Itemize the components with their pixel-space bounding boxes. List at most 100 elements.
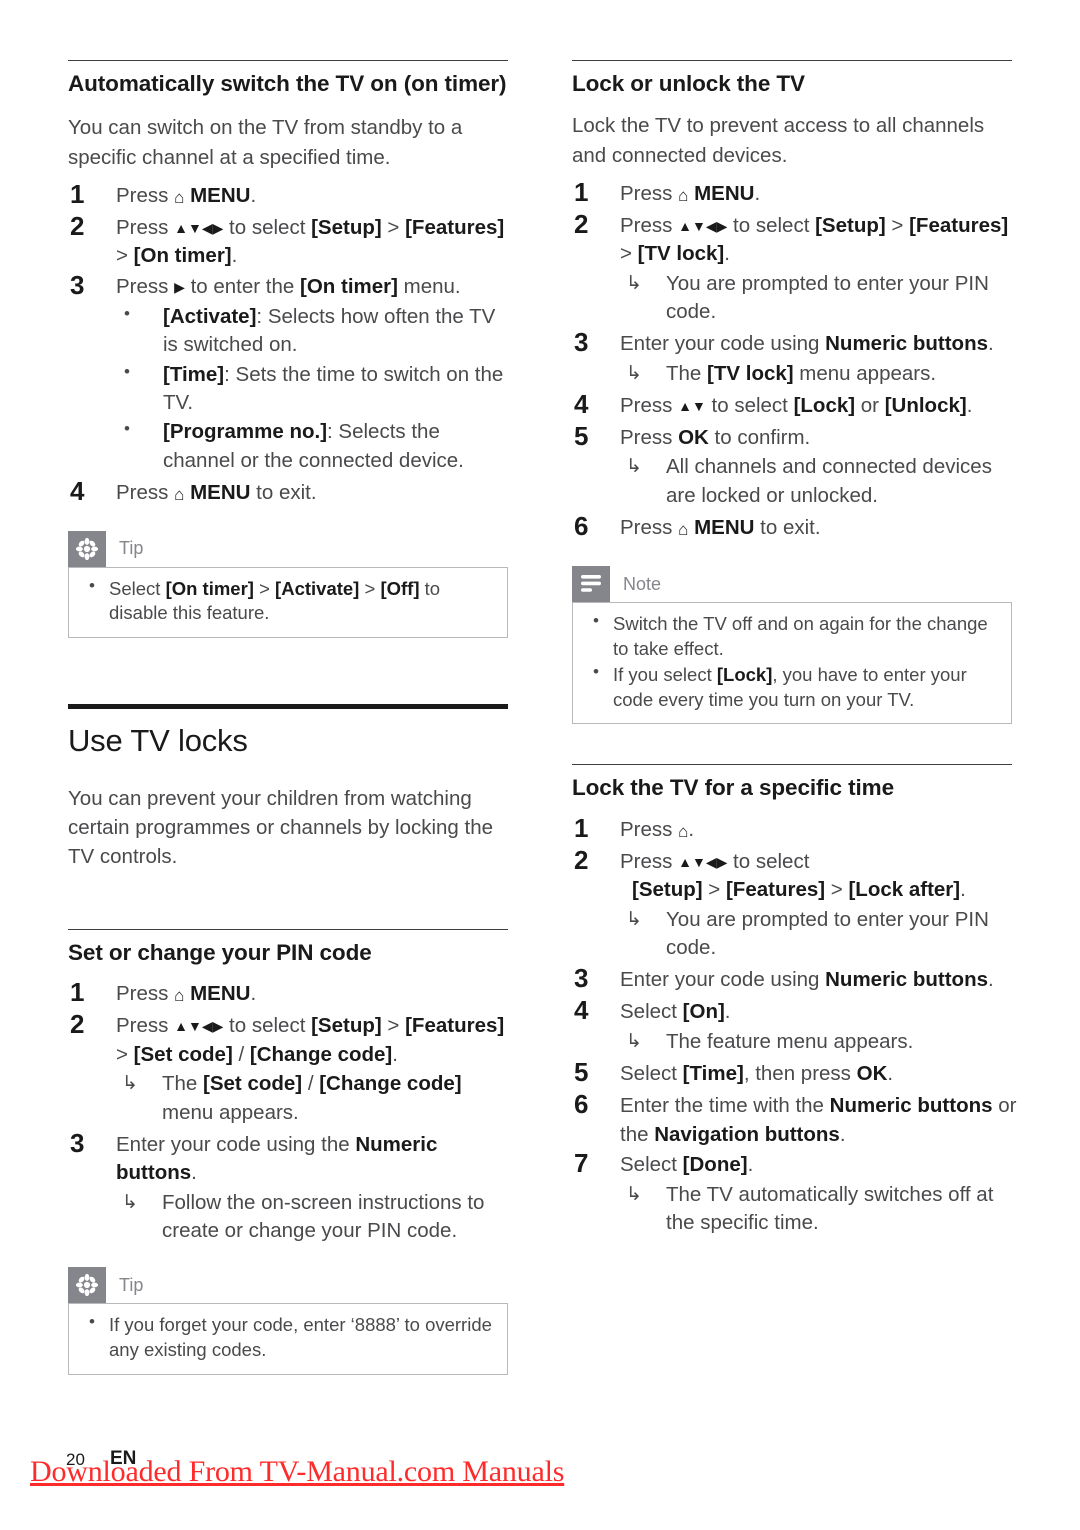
step-number: 3 xyxy=(574,963,589,994)
step-result-list: The TV automatically switches off at the… xyxy=(620,1181,1017,1238)
emphasis-term: [Setup] xyxy=(311,215,382,239)
heading-use-tv-locks: Use TV locks xyxy=(68,722,248,758)
text-run: You are prompted to enter your PIN code. xyxy=(666,271,989,323)
text-run: Select xyxy=(620,1062,683,1086)
text-run: Press xyxy=(620,516,679,539)
emphasis-term: [Features] xyxy=(909,213,1009,237)
step-text: Enter your code using Numeric buttons. xyxy=(620,966,1017,994)
step-text: Press ⌂ MENU. xyxy=(116,182,513,211)
heading-lock-specific-time: Lock the TV for a specific time xyxy=(572,775,894,801)
step-item: 6 Press ⌂ MENU to exit. xyxy=(572,511,1017,544)
intro-use-tv-locks: You can prevent your children from watch… xyxy=(68,786,494,868)
navigation-arrows-icon: ▲▼◀▶ xyxy=(678,218,728,235)
step-result-list: The [Set code] / [Change code] menu appe… xyxy=(116,1070,513,1127)
step-text: Press ▲▼◀▶ to select [Setup] > [Features… xyxy=(116,214,513,271)
emphasis-term: [Set code] xyxy=(203,1072,303,1096)
navigation-up-down-icon: ▲▼ xyxy=(678,398,706,415)
text-run: menu appears. xyxy=(793,361,937,385)
text-run: Select xyxy=(620,1153,683,1177)
text-run: to select xyxy=(705,393,794,417)
step-number: 3 xyxy=(70,1127,85,1158)
text-run: . xyxy=(191,1161,197,1185)
text-run: or xyxy=(855,393,885,417)
text-run: > xyxy=(620,242,638,266)
step-text: Press ▲▼◀▶ to select [Setup] > [Features… xyxy=(116,1012,513,1069)
emphasis-term: [Change code] xyxy=(319,1072,462,1096)
emphasis-term: OK xyxy=(856,1062,888,1086)
text-run: Switch the TV off and on again for the c… xyxy=(613,613,988,659)
step-bullet-list: [Activate]: Selects how often the TV is … xyxy=(116,302,513,475)
text-run: menu. xyxy=(397,274,461,298)
emphasis-term: [Lock] xyxy=(793,393,856,417)
text-run: > xyxy=(116,244,134,268)
step-number: 2 xyxy=(574,844,589,875)
text-run: > xyxy=(253,577,276,599)
step-text: Press ⌂. xyxy=(620,816,1017,845)
emphasis-term: [Time] xyxy=(682,1062,744,1086)
navigation-right-icon: ▶ xyxy=(174,279,185,296)
step-bullet-item: [Time]: Sets the time to switch on the T… xyxy=(116,360,513,418)
callout-item-list: Switch the TV off and on again for the c… xyxy=(587,610,997,712)
heading-lock-unlock: Lock or unlock the TV xyxy=(572,71,805,96)
step-result-item: All channels and connected devices are l… xyxy=(620,453,1017,510)
callout-tab: Tip xyxy=(68,1267,508,1304)
text-run: . xyxy=(724,242,730,266)
emphasis-term: [Features] xyxy=(725,878,826,902)
text-run: The xyxy=(666,361,708,385)
text-run: Enter your code using xyxy=(620,968,826,992)
emphasis-term: OK xyxy=(678,425,709,449)
text-run: > xyxy=(825,878,849,902)
text-run: Press xyxy=(620,849,679,873)
text-run: The TV automatically switches off at the… xyxy=(666,1182,994,1234)
emphasis-term: [Lock] xyxy=(716,664,773,686)
step-result-item: Follow the on-screen instructions to cre… xyxy=(116,1189,513,1246)
step-text: Enter the time with the Numeric buttons … xyxy=(620,1092,1017,1149)
callout-body: Select [On timer] > [Activate] > [Off] t… xyxy=(68,566,508,638)
step-result-list: The feature menu appears. xyxy=(620,1028,1017,1056)
text-run: , then press xyxy=(743,1062,857,1086)
home-icon: ⌂ xyxy=(174,484,185,505)
text-run: . xyxy=(988,968,994,992)
step-result-list: You are prompted to enter your PIN code. xyxy=(620,270,1017,327)
intro-lock-unlock: Lock the TV to prevent access to all cha… xyxy=(572,114,985,167)
text-run: You are prompted to enter your PIN code. xyxy=(666,907,989,960)
emphasis-term: MENU xyxy=(184,982,251,1006)
text-run: . xyxy=(887,1062,894,1086)
steps-pin-code: 1 Press ⌂ MENU. 2 Press ▲▼◀▶ to select [Set… xyxy=(68,977,513,1246)
step-bullet-item: [Programme no.]: Selects the channel or … xyxy=(116,417,513,475)
heading-pin-code: Set or change your PIN code xyxy=(68,939,372,965)
emphasis-term: [Done] xyxy=(682,1153,748,1177)
text-run: . xyxy=(250,183,257,207)
emphasis-term: MENU xyxy=(184,480,251,504)
text-run: > xyxy=(381,215,406,239)
text-run: to enter the xyxy=(184,274,300,298)
watermark-text[interactable]: Downloaded From TV-Manual.com Manuals xyxy=(30,1455,564,1489)
step-number: 4 xyxy=(574,388,589,419)
callout-tab: Tip xyxy=(68,530,508,567)
step-item: 3Press ▶ to enter the [On timer] menu.[A… xyxy=(68,270,513,475)
page-footer: 20 EN Downloaded From TV-Manual.com Manu… xyxy=(0,1438,1080,1508)
emphasis-term: [On] xyxy=(682,1000,725,1024)
step-number: 1 xyxy=(70,977,85,1008)
callout-label: Note xyxy=(623,573,662,594)
step-item: 1 Press ⌂. xyxy=(572,813,1017,846)
step-result-item: The [TV lock] menu appears. xyxy=(620,360,1017,388)
callout-item: If you forget your code, enter ‘8888’ to… xyxy=(83,1311,493,1362)
callout-tip-pin-code: Tip If you forget your code, enter ‘8888… xyxy=(68,1267,508,1375)
emphasis-term: [Features] xyxy=(405,1014,505,1038)
text-run: Press xyxy=(620,393,679,417)
steps-lock-specific-time: 1 Press ⌂. 2 Press ▲▼◀▶ to select [Setup] > … xyxy=(572,813,1017,1238)
text-run: to select xyxy=(223,215,312,239)
text-run: . xyxy=(960,878,966,902)
step-number: 7 xyxy=(574,1148,589,1179)
step-number: 2 xyxy=(574,208,589,239)
step-result-list: You are prompted to enter your PIN code. xyxy=(620,906,1017,963)
text-run: If you forget your code, enter ‘8888’ to… xyxy=(109,1314,492,1360)
step-item: 3Enter your code using Numeric buttons.T… xyxy=(572,327,1017,388)
text-run: Press xyxy=(620,817,679,841)
emphasis-term: [On timer] xyxy=(133,244,232,268)
step-result-item: The TV automatically switches off at the… xyxy=(620,1181,1017,1238)
text-run: > xyxy=(381,1014,406,1038)
step-item: 5 Press OK to confirm. All channels and co… xyxy=(572,421,1017,510)
step-item: 4 Press ⌂ MENU to exit. xyxy=(68,476,513,509)
